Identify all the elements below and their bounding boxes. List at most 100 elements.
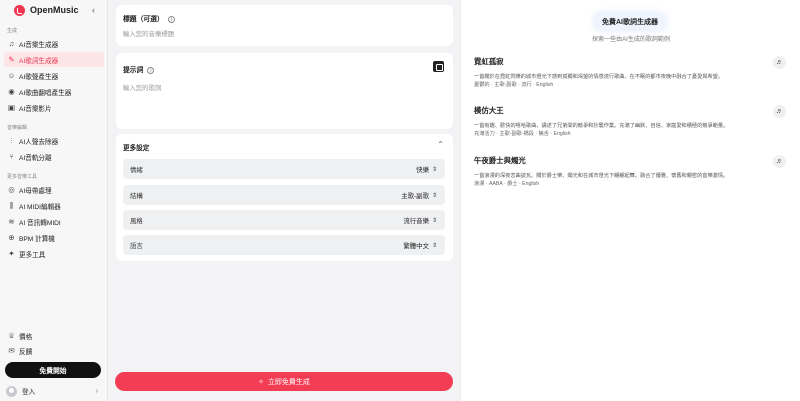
example-song[interactable]: 模仿大王 一首有趣、歡快的嘻哈歌曲，講述了兄弟間的競爭和抄襲作業。充滿了幽默、自… bbox=[474, 105, 792, 138]
select-caret-icon: ⇕ bbox=[431, 192, 437, 199]
song-meta: 憂鬱的 · 主歌-副歌 · 流行 · English bbox=[474, 82, 554, 88]
sidebar-item-label: AI母帶處理 bbox=[19, 187, 52, 195]
voice-icon: ☺ bbox=[7, 71, 16, 80]
avatar bbox=[6, 385, 17, 397]
expand-icon[interactable] bbox=[433, 61, 444, 72]
sidebar-item-label: 價格 bbox=[19, 333, 33, 341]
cover-icon: ◉ bbox=[8, 87, 15, 96]
select-caret-icon: ⇕ bbox=[431, 217, 437, 224]
chevron-up-icon[interactable]: ⌃ bbox=[437, 140, 444, 149]
generate-button-label: 立即免費生成 bbox=[267, 378, 310, 386]
sidebar-item-label: AI 音訊轉MIDI bbox=[19, 219, 61, 227]
sidebar-item-label: 反饋 bbox=[19, 348, 33, 356]
sidebar-item-label: AI歌曲翻唱產生器 bbox=[19, 89, 72, 97]
language-label: 語言 bbox=[130, 242, 143, 250]
chevron-right-icon: › bbox=[95, 387, 98, 395]
audio-to-midi-icon: ≋ bbox=[8, 217, 15, 226]
language-value: 繁體中文 bbox=[403, 242, 429, 250]
prompt-label: 提示詞 i bbox=[123, 64, 155, 74]
style-value: 流行音樂 bbox=[403, 217, 429, 225]
style-label: 風格 bbox=[130, 217, 143, 225]
more-tools-icon: ✦ bbox=[8, 249, 15, 258]
stem-split-icon: ⑂ bbox=[9, 152, 14, 161]
language-select[interactable]: 語言 繁體中文 ⇕ bbox=[123, 235, 445, 255]
bpm-icon: ⊕ bbox=[8, 233, 15, 242]
sidebar-item-ai-lyrics-generator[interactable]: ✎ AI歌詞生成器 bbox=[4, 52, 104, 67]
section-edit: 音樂編輯 bbox=[7, 125, 28, 131]
mood-label: 情緒 bbox=[130, 166, 143, 174]
sidebar-item-pricing[interactable]: ♕ 價格 bbox=[4, 328, 104, 343]
brand[interactable]: OpenMusic bbox=[14, 4, 79, 16]
mood-value: 快樂 bbox=[416, 166, 429, 174]
video-icon: ▣ bbox=[7, 103, 16, 112]
prompt-input[interactable]: 輸入您的歌詞 bbox=[123, 83, 161, 92]
generate-button[interactable]: ✧ 立即免費生成 bbox=[115, 372, 453, 391]
info-icon[interactable]: i bbox=[167, 16, 175, 23]
use-template-icon[interactable]: ♬ bbox=[773, 56, 786, 69]
sidebar-item-label: AI人聲去除器 bbox=[19, 138, 59, 146]
use-template-icon[interactable]: ♬ bbox=[773, 105, 786, 118]
sidebar-item-ai-vocal-remover[interactable]: ⫶ AI人聲去除器 bbox=[4, 133, 104, 148]
title-label: 標題（可選） i bbox=[123, 13, 175, 23]
page-title: 免費AI歌詞生成器 bbox=[595, 14, 665, 29]
example-song[interactable]: 霓虹孤寂 一首關於在霓虹閃爍的城市燈光下感到孤獨和渴望的情感流行歌曲。在不眠的都… bbox=[474, 56, 792, 89]
section-generate: 生成 bbox=[7, 28, 18, 34]
style-select[interactable]: 風格 流行音樂 ⇕ bbox=[123, 210, 445, 230]
info-icon[interactable]: i bbox=[147, 67, 155, 74]
mastering-icon: ◎ bbox=[8, 185, 15, 194]
sidebar-item-ai-music-video[interactable]: ▣ AI音樂影片 bbox=[4, 100, 104, 115]
song-description: 一首關於在霓虹閃爍的城市燈光下感到孤獨和渴望的情感流行歌曲。在不眠的都市夜晚中融… bbox=[474, 74, 724, 80]
more-settings-title[interactable]: 更多設定 bbox=[123, 142, 149, 152]
example-song[interactable]: 午夜爵士與燭光 一首浪漫的深夜恋曲談瓦。關於爵士樂、燭光和在城市燈光下翩翩起舞。… bbox=[474, 155, 792, 188]
sidebar-item-ai-cover-generator[interactable]: ◉ AI歌曲翻唱產生器 bbox=[4, 84, 104, 99]
sidebar-item-ai-stem-splitter[interactable]: ⑂ AI音軌分離 bbox=[4, 149, 104, 164]
use-template-icon[interactable]: ♬ bbox=[773, 155, 786, 168]
sidebar-item-label: BPM 計算機 bbox=[19, 235, 55, 243]
collapse-sidebar-icon[interactable]: ‹ bbox=[92, 5, 95, 15]
sidebar-item-ai-audio-to-midi[interactable]: ≋ AI 音訊轉MIDI bbox=[4, 214, 104, 229]
song-description: 一首有趣、歡快的嘻哈歌曲，講述了兄弟間的競爭和抄襲作業。充滿了幽默、自信、家庭愛… bbox=[474, 123, 729, 129]
vocal-remover-icon: ⫶ bbox=[10, 135, 13, 145]
song-meta: 充滿活力 · 主歌-副歌-橋段 · 饒舌 · English bbox=[474, 131, 571, 137]
sidebar-item-label: AI歌詞生成器 bbox=[19, 57, 59, 65]
sparkle-icon: ✧ bbox=[258, 378, 264, 386]
mood-select[interactable]: 情緒 快樂 ⇕ bbox=[123, 159, 445, 179]
feedback-icon: ✉ bbox=[8, 346, 15, 355]
title-input[interactable]: 輸入您的音樂標題 bbox=[123, 29, 174, 38]
sidebar-item-bpm-calculator[interactable]: ⊕ BPM 計算機 bbox=[4, 230, 104, 245]
structure-value: 主歌-副歌 bbox=[401, 192, 429, 200]
prompt-field[interactable]: 提示詞 i 輸入您的歌詞 bbox=[116, 53, 453, 129]
sidebar-item-label: AI歌聲產生器 bbox=[19, 73, 59, 81]
lyrics-icon: ✎ bbox=[8, 55, 15, 64]
sidebar-item-ai-music-generator[interactable]: ♫ AI音樂生成器 bbox=[4, 36, 104, 51]
sidebar-item-feedback[interactable]: ✉ 反饋 bbox=[4, 343, 104, 358]
sidebar-item-ai-voice-generator[interactable]: ☺ AI歌聲產生器 bbox=[4, 68, 104, 83]
examples-panel: 免費AI歌詞生成器 探索一些由AI生成的歌詞範例 霓虹孤寂 一首關於在霓虹閃爍的… bbox=[460, 0, 800, 401]
login-button[interactable]: 登入 › bbox=[6, 385, 102, 397]
sidebar-item-ai-mastering[interactable]: ◎ AI母帶處理 bbox=[4, 182, 104, 197]
more-settings-panel: 更多設定 ⌃ 情緒 快樂 ⇕ 結構 主歌-副歌 ⇕ 風格 流行音樂 ⇕ 語言 繁… bbox=[116, 134, 453, 261]
brand-name: OpenMusic bbox=[30, 5, 79, 15]
sidebar-item-ai-midi-editor[interactable]: ⫼ AI MIDI編輯器 bbox=[4, 198, 104, 213]
prompt-label-text: 提示詞 bbox=[123, 67, 144, 74]
section-tools: 更多音樂工具 bbox=[7, 174, 38, 180]
title-label-text: 標題（可選） bbox=[123, 16, 164, 23]
select-caret-icon: ⇕ bbox=[431, 242, 437, 249]
midi-icon: ⫼ bbox=[9, 200, 14, 210]
song-title: 模仿大王 bbox=[474, 106, 504, 115]
song-description: 一首浪漫的深夜恋曲談瓦。關於爵士樂、燭光和在城市燈光下翩翩起舞。融合了優雅、懷舊… bbox=[474, 173, 729, 179]
examples-subtitle: 探索一些由AI生成的歌詞範例 bbox=[592, 37, 670, 43]
title-field[interactable]: 標題（可選） i 輸入您的音樂標題 bbox=[116, 5, 453, 46]
sidebar: OpenMusic ‹ 生成 ♫ AI音樂生成器 ✎ AI歌詞生成器 ☺ AI歌… bbox=[0, 0, 108, 401]
structure-select[interactable]: 結構 主歌-副歌 ⇕ bbox=[123, 185, 445, 205]
sidebar-item-label: AI音樂影片 bbox=[19, 105, 52, 113]
start-free-button[interactable]: 免費開始 bbox=[5, 362, 101, 378]
song-meta: 浪漫 · AABA · 爵士 · English bbox=[474, 181, 540, 187]
music-note-icon: ♫ bbox=[8, 39, 15, 48]
sidebar-item-label: AI音樂生成器 bbox=[19, 41, 59, 49]
select-caret-icon: ⇕ bbox=[431, 166, 437, 173]
sidebar-item-more-tools[interactable]: ✦ 更多工具 bbox=[4, 246, 104, 261]
openmusic-logo-icon bbox=[14, 4, 25, 16]
structure-label: 結構 bbox=[130, 192, 143, 200]
song-title: 霓虹孤寂 bbox=[474, 57, 504, 66]
